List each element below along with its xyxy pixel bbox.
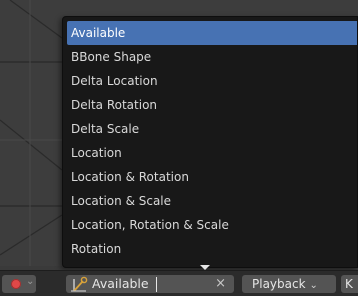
menu-item-location-rotation[interactable]: Location & Rotation xyxy=(67,165,357,189)
record-options-caret-icon[interactable]: ⌄ xyxy=(26,276,34,287)
text-cursor xyxy=(156,277,157,292)
playback-label: Playback xyxy=(252,277,306,291)
auto-keying-record-button[interactable]: ⌄ xyxy=(2,275,36,293)
menu-item-location-rotation-scale[interactable]: Location, Rotation & Scale xyxy=(67,213,357,237)
menu-item-delta-location[interactable]: Delta Location xyxy=(67,69,357,93)
record-dot-icon xyxy=(11,279,21,289)
menu-item-delta-rotation[interactable]: Delta Rotation xyxy=(67,93,357,117)
chevron-down-icon: ⌄ xyxy=(309,280,318,291)
menu-item-available[interactable]: Available xyxy=(67,21,357,45)
menu-item-location[interactable]: Location xyxy=(67,141,357,165)
menu-item-delta-scale[interactable]: Delta Scale xyxy=(67,117,357,141)
keying-set-dropdown-menu: Available BBone Shape Delta Location Del… xyxy=(62,16,358,270)
keying-set-field[interactable]: Available × xyxy=(66,275,234,293)
clear-x-icon[interactable]: × xyxy=(215,275,226,293)
keying-label: K xyxy=(345,277,353,291)
keying-set-icon xyxy=(71,276,88,292)
menu-item-location-scale[interactable]: Location & Scale xyxy=(67,189,357,213)
keying-set-value[interactable]: Available xyxy=(92,275,149,293)
menu-item-bbone-shape[interactable]: BBone Shape xyxy=(67,45,357,69)
keying-menu-button[interactable]: K xyxy=(341,275,358,293)
playback-menu-button[interactable]: Playback ⌄ xyxy=(242,275,336,293)
menu-item-rotation[interactable]: Rotation xyxy=(67,237,357,261)
